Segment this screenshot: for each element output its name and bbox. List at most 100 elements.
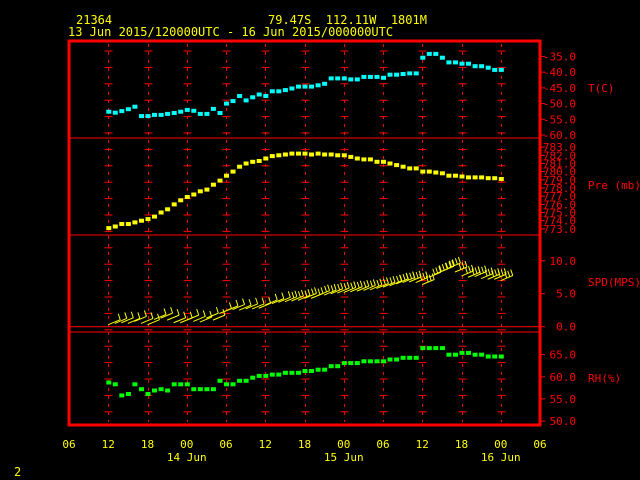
pressure-point bbox=[243, 161, 249, 166]
wind-barb bbox=[186, 308, 200, 321]
barb-feather bbox=[255, 297, 259, 305]
temperature-point bbox=[210, 106, 216, 111]
barb-feather bbox=[274, 293, 278, 301]
pressure-point bbox=[420, 169, 426, 174]
barb-shaft bbox=[147, 319, 160, 326]
relative_humidity-point bbox=[269, 372, 275, 377]
x-day-label: 14 Jun bbox=[167, 451, 207, 464]
pressure-point bbox=[335, 153, 341, 158]
pressure-point bbox=[178, 198, 184, 203]
axis-layer: 06 12 18 00 06 12 18 00 06 12 18 00 06 14 Jun 15 Jun 16… bbox=[62, 50, 640, 464]
relative_humidity-point bbox=[367, 359, 373, 364]
temperature-point bbox=[374, 74, 380, 79]
barb-shaft bbox=[140, 317, 154, 324]
relative_humidity-point bbox=[276, 372, 282, 377]
x-tick-label: 00 bbox=[180, 438, 193, 451]
pressure-point bbox=[466, 175, 471, 180]
barb-feather bbox=[311, 288, 314, 295]
pressure-point bbox=[217, 178, 223, 183]
pressure-point bbox=[361, 157, 367, 162]
pressure-point bbox=[400, 164, 406, 169]
y-tick-label: -50.0 bbox=[543, 98, 576, 111]
wind-barb bbox=[258, 297, 272, 309]
pressure-point bbox=[210, 182, 216, 187]
relative_humidity-point bbox=[459, 350, 465, 355]
temperature-point bbox=[341, 76, 347, 81]
pressure-point bbox=[152, 214, 157, 219]
barb-feather bbox=[487, 268, 491, 275]
pressure-point bbox=[413, 166, 419, 171]
barb-feather bbox=[376, 279, 380, 287]
temperature-point bbox=[354, 77, 360, 82]
x-tick-label: 18 bbox=[141, 438, 154, 451]
wind-barb bbox=[153, 308, 167, 320]
y-tick-label: -35.0 bbox=[543, 50, 576, 63]
relative_humidity-point bbox=[498, 354, 504, 359]
temperature-point bbox=[492, 67, 498, 72]
relative_humidity-point bbox=[361, 359, 367, 364]
barb-feather bbox=[428, 274, 432, 281]
relative_humidity-point bbox=[302, 369, 308, 373]
wind-barb bbox=[127, 312, 141, 324]
temperature-point bbox=[498, 67, 504, 72]
temperature-point bbox=[296, 84, 301, 89]
barb-feather bbox=[468, 266, 471, 273]
relative_humidity-point bbox=[485, 354, 491, 359]
pressure-point bbox=[112, 224, 118, 229]
relative_humidity-point bbox=[479, 352, 485, 357]
pressure-point bbox=[256, 159, 262, 163]
temperature-point bbox=[178, 109, 184, 114]
relative_humidity-point bbox=[184, 382, 190, 387]
relative_humidity-point bbox=[224, 382, 229, 387]
barb-feather bbox=[163, 308, 167, 315]
x-tick-label: 12 bbox=[102, 438, 115, 451]
relative_humidity-point bbox=[263, 373, 269, 378]
barb-shaft bbox=[166, 314, 180, 321]
y-tick-label: 50.0 bbox=[550, 415, 577, 428]
relative_humidity-point bbox=[348, 361, 354, 366]
pressure-point bbox=[302, 151, 308, 156]
pressure-point bbox=[407, 166, 413, 171]
barb-feather bbox=[291, 291, 295, 299]
relative_humidity-point bbox=[125, 392, 131, 396]
wind-barb bbox=[265, 293, 278, 306]
relative_humidity-point bbox=[145, 392, 151, 396]
barb-feather bbox=[202, 310, 206, 317]
barb-feather bbox=[409, 272, 413, 279]
temperature-point bbox=[171, 111, 177, 115]
relative_humidity-point bbox=[315, 367, 321, 372]
relative_humidity-point bbox=[420, 346, 426, 351]
relative_humidity-point bbox=[387, 357, 393, 362]
y-tick-label: 55.0 bbox=[550, 393, 577, 406]
temperature-point bbox=[217, 111, 223, 115]
relative_humidity-point bbox=[230, 382, 236, 387]
relative_humidity-point bbox=[407, 355, 413, 360]
plot-frame bbox=[67, 39, 542, 427]
temperature-point bbox=[112, 110, 118, 115]
pressure-point bbox=[472, 175, 478, 180]
barb-feather bbox=[330, 285, 334, 292]
pressure-point bbox=[374, 159, 380, 164]
temperature-point bbox=[348, 77, 354, 82]
barb-feather bbox=[170, 306, 174, 314]
panel-label: RH(%) bbox=[588, 372, 621, 385]
barb-feather bbox=[465, 267, 468, 274]
relative_humidity-point bbox=[112, 382, 118, 387]
relative_humidity-point bbox=[132, 382, 138, 387]
barb-feather bbox=[235, 299, 239, 307]
relative_humidity-point bbox=[472, 352, 478, 357]
barb-feather bbox=[317, 288, 321, 295]
barb-feather bbox=[500, 269, 504, 276]
barb-feather bbox=[300, 289, 304, 297]
temperature-point bbox=[446, 60, 452, 65]
relative_humidity-point bbox=[309, 369, 314, 373]
barb-feather bbox=[189, 311, 193, 318]
barb-feather bbox=[481, 266, 485, 274]
temperature-point bbox=[184, 107, 190, 112]
wind-barb bbox=[108, 313, 121, 326]
wind-barb bbox=[206, 306, 219, 319]
barb-feather bbox=[431, 273, 435, 280]
pressure-point bbox=[453, 173, 458, 178]
x-tick-label: 00 bbox=[337, 438, 350, 451]
pressure-point bbox=[237, 164, 243, 169]
